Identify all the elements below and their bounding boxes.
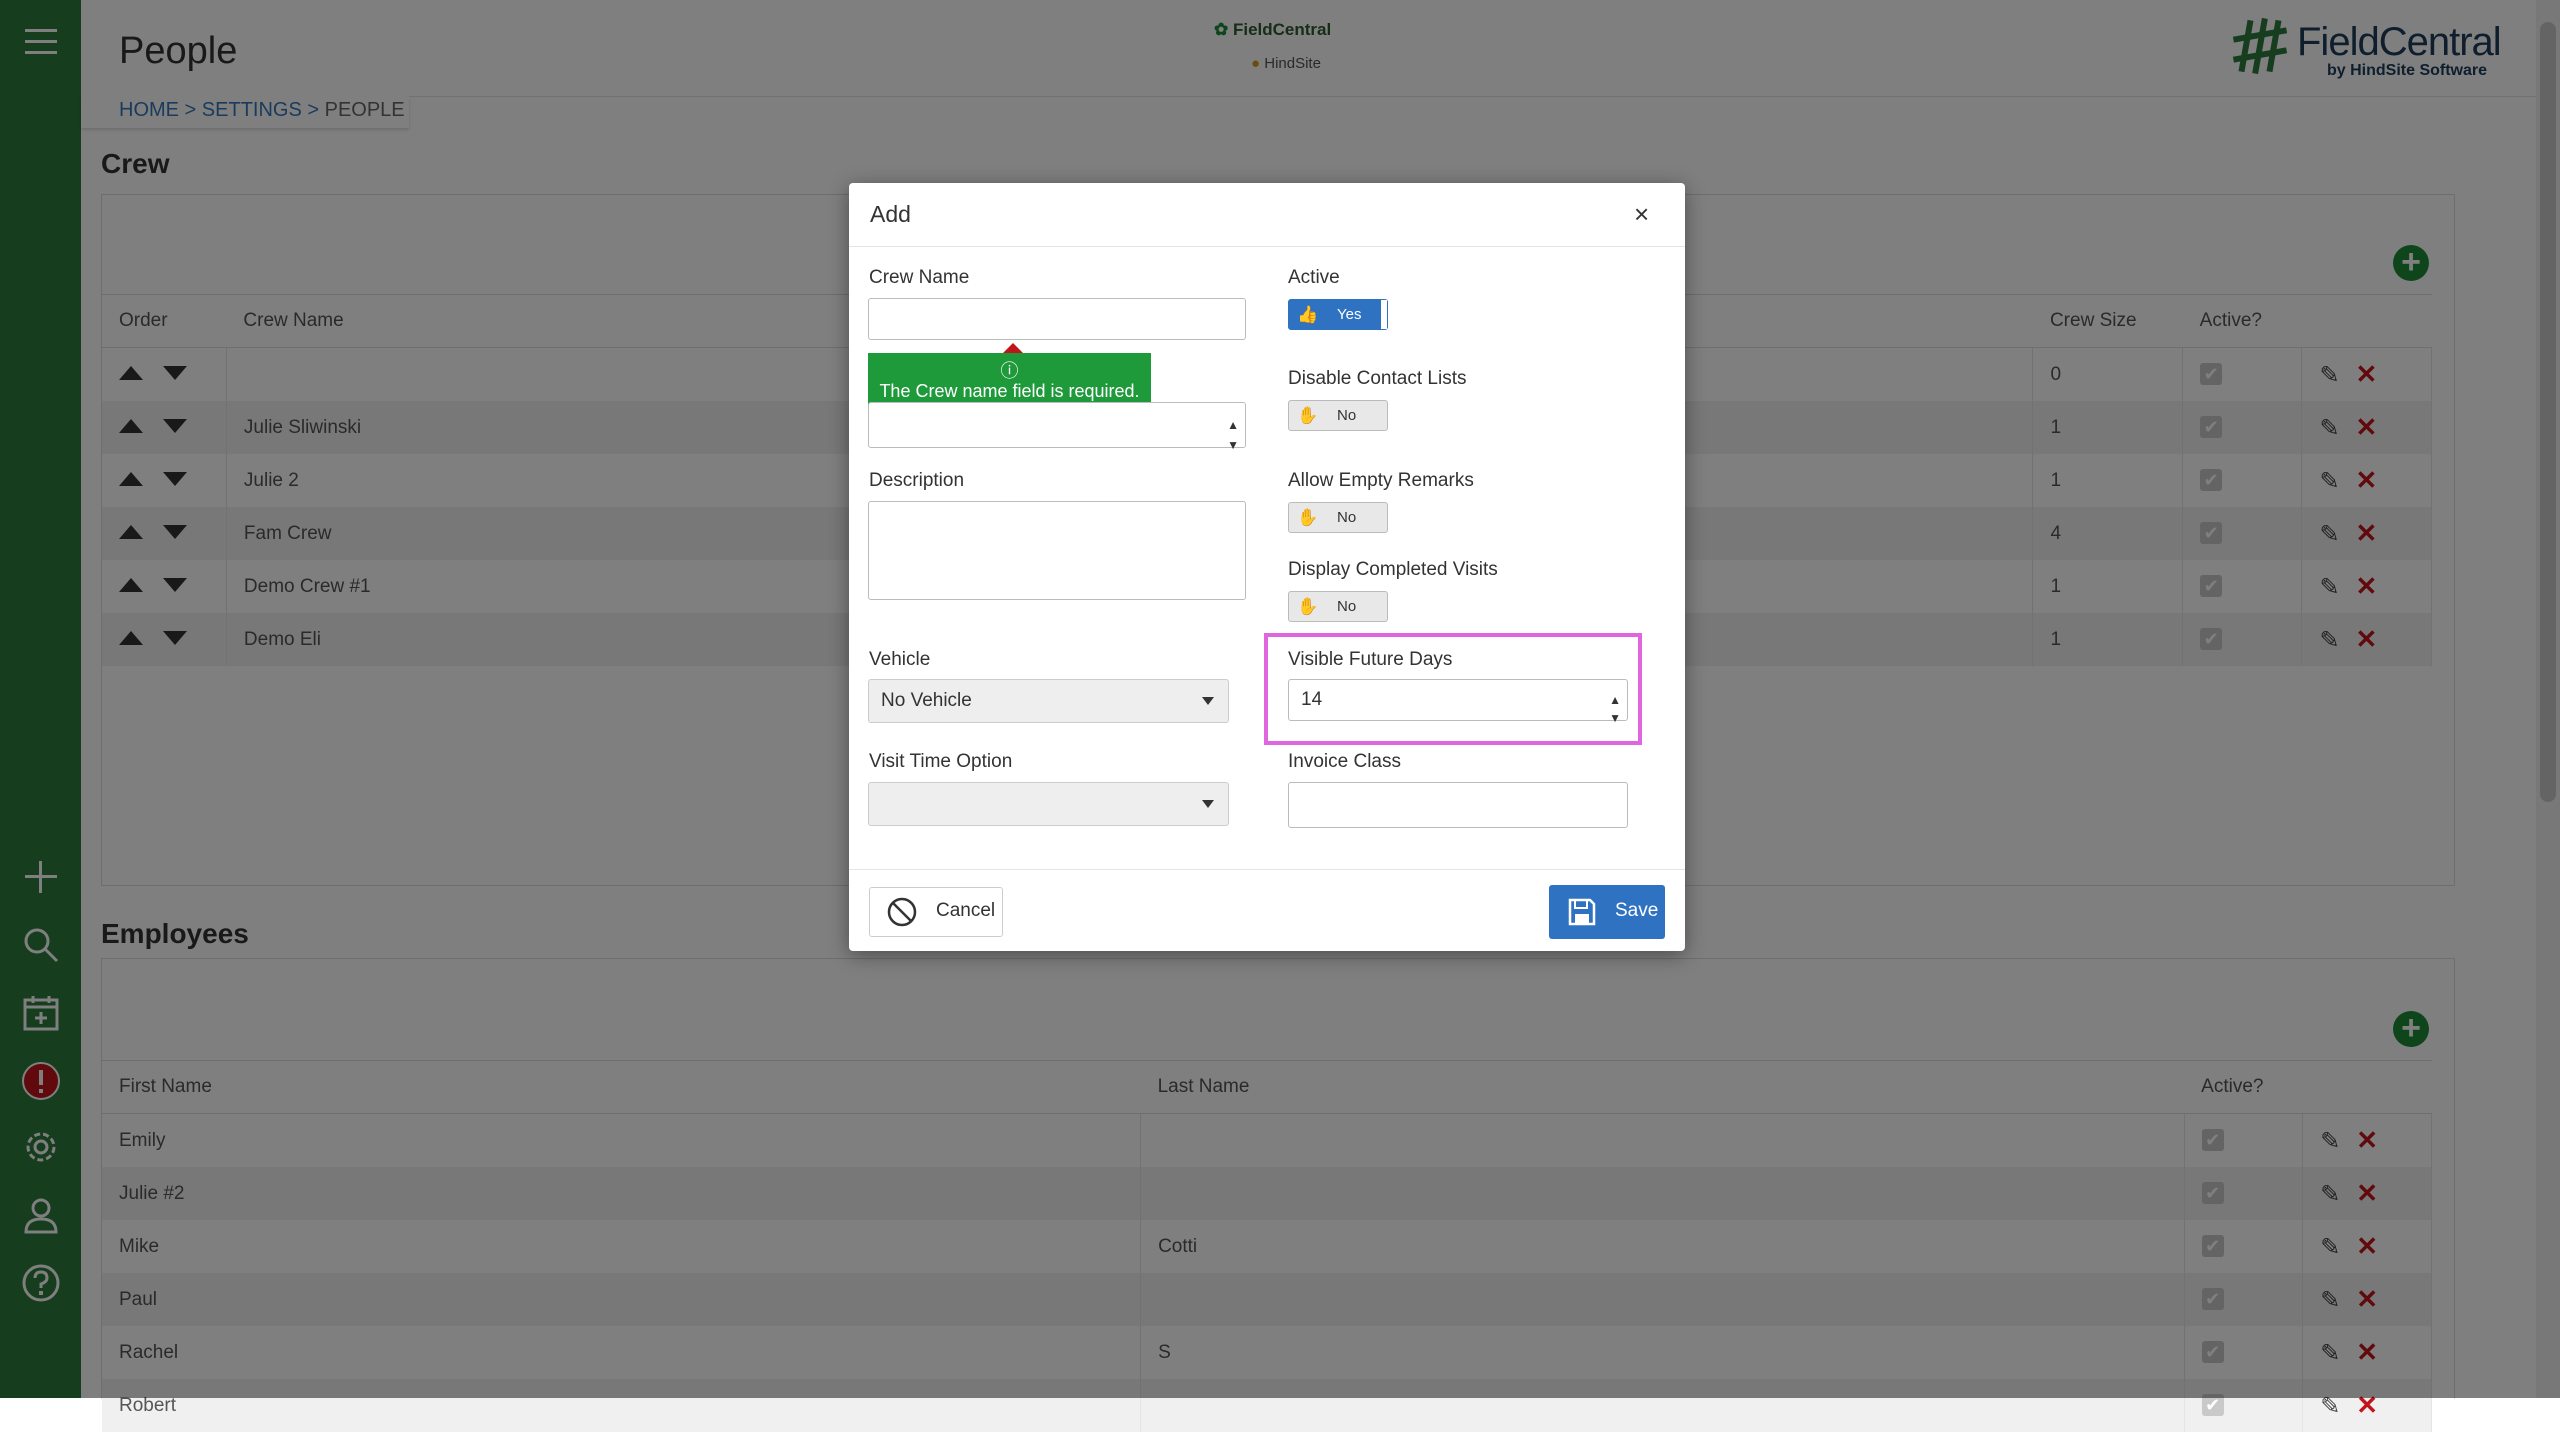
cancel-label: Cancel — [936, 900, 996, 921]
hand-icon: ✋ — [1297, 597, 1319, 616]
dialog-footer: Cancel Save — [849, 869, 1685, 952]
invoice-class-label: Invoice Class — [1288, 751, 1401, 772]
vehicle-selected-value: No Vehicle — [881, 690, 972, 711]
vehicle-label: Vehicle — [869, 649, 931, 670]
allow-empty-label: Allow Empty Remarks — [1288, 470, 1474, 491]
hand-icon: ✋ — [1297, 508, 1319, 527]
cancel-button[interactable]: Cancel — [869, 887, 1003, 937]
dialog-header: Add × — [849, 183, 1685, 247]
ban-icon — [887, 897, 917, 927]
description-textarea[interactable] — [868, 501, 1246, 600]
spin-down-icon[interactable]: ▼ — [1227, 425, 1239, 465]
disable-contact-toggle-text: No — [1337, 407, 1357, 424]
chevron-down-icon — [1202, 697, 1214, 705]
display-completed-toggle-text: No — [1337, 598, 1357, 615]
vehicle-select[interactable]: No Vehicle — [868, 679, 1229, 723]
tooltip-arrow — [1003, 343, 1023, 353]
description-label: Description — [869, 470, 965, 491]
save-button[interactable]: Save — [1549, 885, 1665, 939]
allow-empty-toggle-text: No — [1337, 509, 1357, 526]
validation-message: The Crew name field is required. — [879, 381, 1140, 401]
floppy-disk-icon — [1568, 898, 1596, 926]
allow-empty-toggle[interactable]: ✋ No — [1288, 502, 1388, 533]
active-toggle[interactable]: 👍 Yes — [1288, 299, 1388, 330]
disable-contact-toggle[interactable]: ✋ No — [1288, 400, 1388, 431]
active-label: Active — [1288, 267, 1340, 288]
visit-time-select[interactable] — [868, 782, 1229, 826]
add-crew-dialog: Add × Crew Name ⓘ The Crew name field is… — [849, 183, 1685, 951]
display-completed-label: Display Completed Visits — [1288, 559, 1498, 580]
crew-number-input[interactable]: ▲ ▼ — [868, 402, 1246, 452]
crew-name-label: Crew Name — [869, 267, 970, 288]
toggle-knob — [1380, 300, 1387, 329]
info-icon: ⓘ — [1000, 361, 1019, 381]
visit-time-label: Visit Time Option — [869, 751, 1013, 772]
highlight-box — [1264, 633, 1642, 745]
active-toggle-text: Yes — [1337, 306, 1362, 323]
crew-name-input[interactable] — [868, 298, 1246, 340]
display-completed-toggle[interactable]: ✋ No — [1288, 591, 1388, 622]
save-label: Save — [1615, 900, 1659, 921]
chevron-down-icon — [1202, 800, 1214, 808]
thumbs-up-icon: 👍 — [1297, 305, 1319, 324]
close-icon[interactable]: × — [1634, 199, 1649, 230]
disable-contact-label: Disable Contact Lists — [1288, 368, 1467, 389]
invoice-class-input[interactable] — [1288, 782, 1628, 828]
dialog-title: Add — [870, 201, 911, 227]
hand-icon: ✋ — [1297, 406, 1319, 425]
